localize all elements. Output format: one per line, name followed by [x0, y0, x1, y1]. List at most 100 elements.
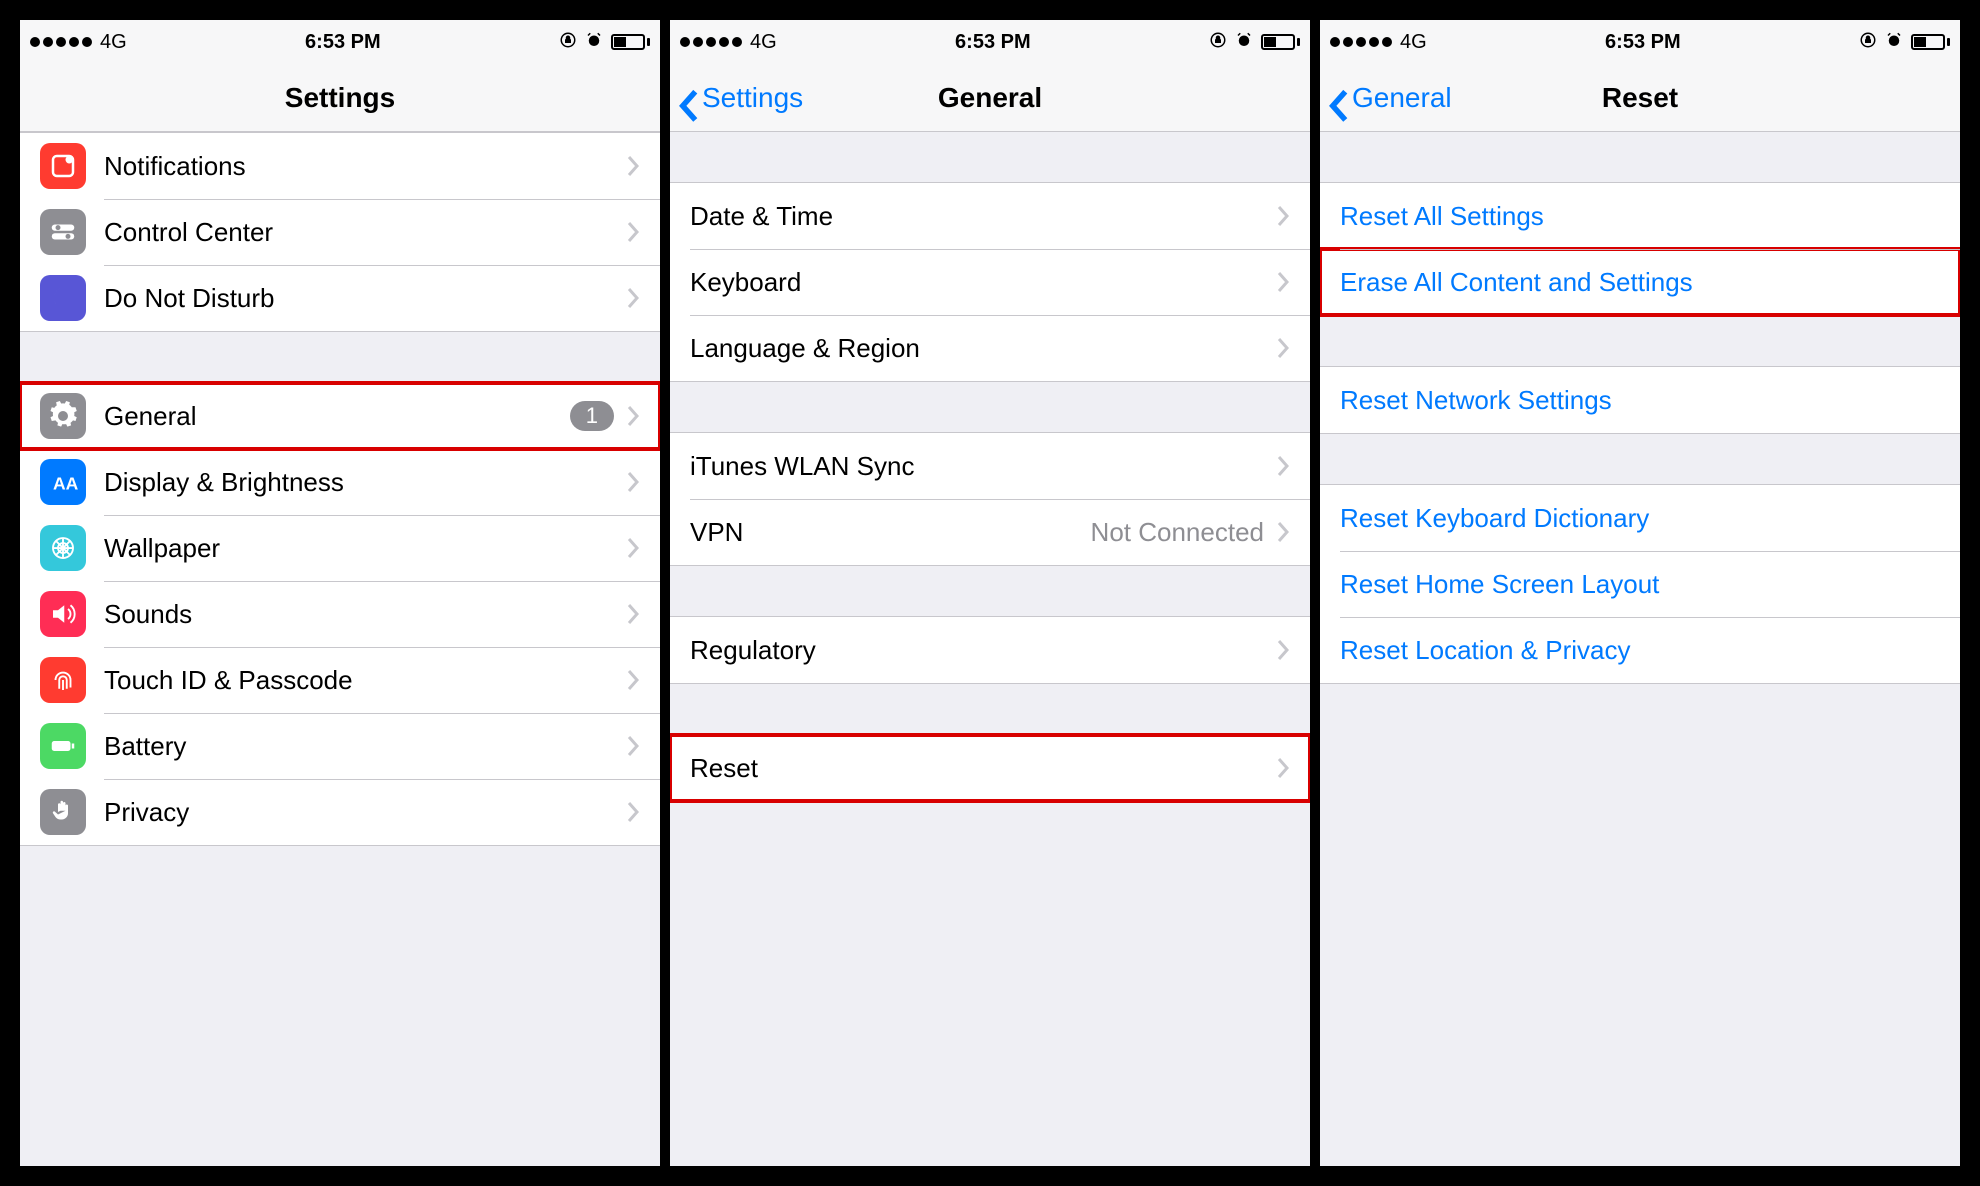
row-label: Display & Brightness [104, 467, 626, 498]
back-label: Settings [702, 82, 803, 114]
wallpaper-icon [40, 525, 86, 571]
row-label: Notifications [104, 151, 626, 182]
page-title: Settings [285, 82, 395, 114]
row-vpn[interactable]: VPN Not Connected [670, 499, 1310, 565]
row-sounds[interactable]: Sounds [20, 581, 660, 647]
display-icon: AA [40, 459, 86, 505]
row-reset-keyboard[interactable]: Reset Keyboard Dictionary [1320, 485, 1960, 551]
row-reset[interactable]: Reset [670, 735, 1310, 801]
nav-bar: Settings General [670, 64, 1310, 132]
row-detail: Not Connected [1091, 517, 1264, 548]
chevron-icon [626, 800, 640, 824]
screen-settings: 4G 6:53 PM Settings [20, 20, 660, 1166]
network-label: 4G [750, 31, 777, 54]
chevron-icon [626, 470, 640, 494]
alarm-icon [1235, 31, 1253, 54]
nav-bar: Settings [20, 64, 660, 132]
row-label: Date & Time [690, 201, 1276, 232]
row-label: Language & Region [690, 333, 1276, 364]
speaker-icon [40, 591, 86, 637]
fingerprint-icon [40, 657, 86, 703]
signal-icon [30, 37, 92, 47]
chevron-icon [626, 154, 640, 178]
row-label: Sounds [104, 599, 626, 630]
row-battery[interactable]: Battery [20, 713, 660, 779]
chevron-icon [1276, 520, 1290, 544]
row-reset-all[interactable]: Reset All Settings [1320, 183, 1960, 249]
alarm-icon [585, 31, 603, 54]
row-label: Keyboard [690, 267, 1276, 298]
chevron-left-icon [678, 87, 700, 109]
row-label: Reset [690, 753, 1276, 784]
row-label: Wallpaper [104, 533, 626, 564]
row-label: Reset Home Screen Layout [1340, 569, 1940, 600]
row-reset-home[interactable]: Reset Home Screen Layout [1320, 551, 1960, 617]
alarm-icon [1885, 31, 1903, 54]
row-label: Touch ID & Passcode [104, 665, 626, 696]
battery-icon [611, 34, 650, 50]
row-wallpaper[interactable]: Wallpaper [20, 515, 660, 581]
row-label: Do Not Disturb [104, 283, 626, 314]
status-bar: 4G 6:53 PM [1320, 20, 1960, 64]
row-label: Regulatory [690, 635, 1276, 666]
control-center-icon [40, 209, 86, 255]
row-general[interactable]: General 1 [20, 383, 660, 449]
row-keyboard[interactable]: Keyboard [670, 249, 1310, 315]
status-bar: 4G 6:53 PM [20, 20, 660, 64]
row-privacy[interactable]: Privacy [20, 779, 660, 845]
row-itunes[interactable]: iTunes WLAN Sync [670, 433, 1310, 499]
row-label: Battery [104, 731, 626, 762]
back-label: General [1352, 82, 1452, 114]
row-erase-all[interactable]: Erase All Content and Settings [1320, 249, 1960, 315]
gear-icon [40, 393, 86, 439]
row-notifications[interactable]: Notifications [20, 133, 660, 199]
chevron-icon [626, 286, 640, 310]
row-label: Reset Keyboard Dictionary [1340, 503, 1940, 534]
chevron-icon [1276, 336, 1290, 360]
chevron-icon [626, 668, 640, 692]
chevron-icon [626, 536, 640, 560]
row-label: Reset All Settings [1340, 201, 1940, 232]
hand-icon [40, 789, 86, 835]
row-label: General [104, 401, 570, 432]
back-button[interactable]: Settings [678, 82, 803, 114]
row-reset-location[interactable]: Reset Location & Privacy [1320, 617, 1960, 683]
row-datetime[interactable]: Date & Time [670, 183, 1310, 249]
row-label: Reset Network Settings [1340, 385, 1940, 416]
network-label: 4G [1400, 31, 1427, 54]
chevron-icon [1276, 270, 1290, 294]
row-display[interactable]: AA Display & Brightness [20, 449, 660, 515]
row-regulatory[interactable]: Regulatory [670, 617, 1310, 683]
back-button[interactable]: General [1328, 82, 1452, 114]
network-label: 4G [100, 31, 127, 54]
row-touchid[interactable]: Touch ID & Passcode [20, 647, 660, 713]
row-label: Reset Location & Privacy [1340, 635, 1940, 666]
row-label: VPN [690, 517, 1091, 548]
row-label: iTunes WLAN Sync [690, 451, 1276, 482]
chevron-icon [1276, 756, 1290, 780]
row-dnd[interactable]: Do Not Disturb [20, 265, 660, 331]
row-label: Privacy [104, 797, 626, 828]
battery-icon [1911, 34, 1950, 50]
chevron-icon [1276, 638, 1290, 662]
chevron-left-icon [1328, 87, 1350, 109]
notifications-icon [40, 143, 86, 189]
rotation-lock-icon [1859, 31, 1877, 54]
chevron-icon [1276, 204, 1290, 228]
time-label: 6:53 PM [955, 31, 1031, 54]
svg-text:AA: AA [53, 474, 78, 494]
battery-row-icon [40, 723, 86, 769]
chevron-icon [626, 220, 640, 244]
row-control-center[interactable]: Control Center [20, 199, 660, 265]
time-label: 6:53 PM [1605, 31, 1681, 54]
page-title: General [938, 82, 1042, 114]
chevron-icon [626, 602, 640, 626]
screen-general: 4G 6:53 PM Settings [670, 20, 1310, 1166]
row-label: Control Center [104, 217, 626, 248]
status-bar: 4G 6:53 PM [670, 20, 1310, 64]
nav-bar: General Reset [1320, 64, 1960, 132]
row-reset-network[interactable]: Reset Network Settings [1320, 367, 1960, 433]
signal-icon [1330, 37, 1392, 47]
row-language[interactable]: Language & Region [670, 315, 1310, 381]
screen-reset: 4G 6:53 PM General [1320, 20, 1960, 1166]
